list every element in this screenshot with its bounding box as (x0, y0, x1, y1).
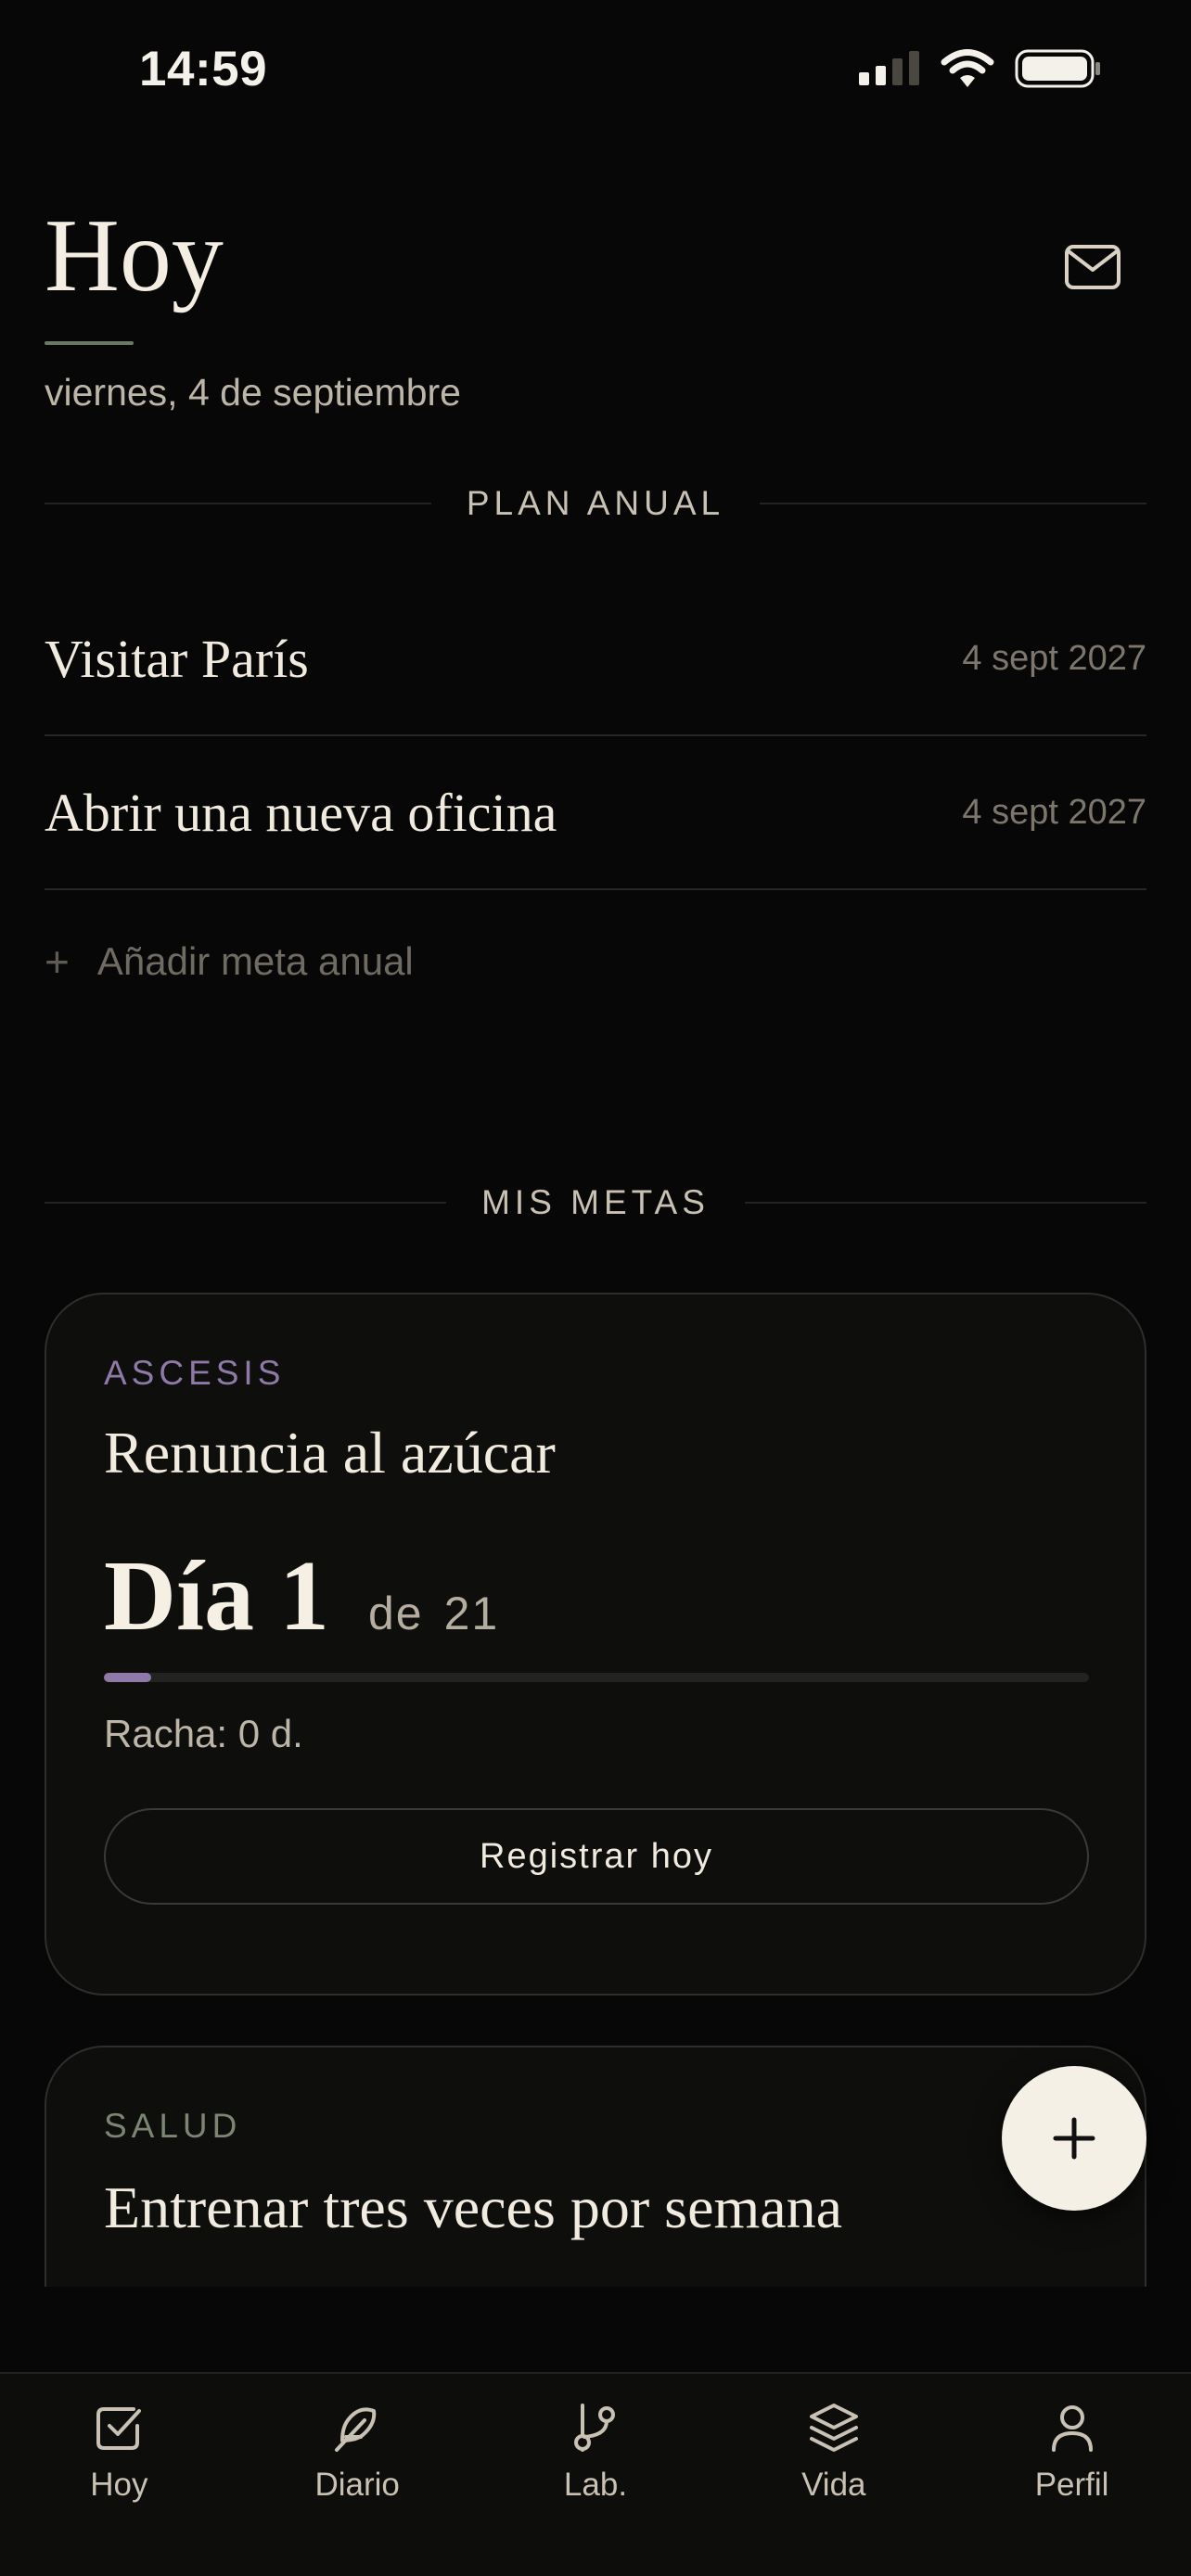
goal-title: Entrenar tres veces por semana (104, 2174, 843, 2240)
nav-item-hoy[interactable]: Hoy (0, 2374, 238, 2576)
section-label: PLAN ANUAL (466, 484, 725, 522)
section-label: MIS METAS (481, 1183, 710, 1221)
feather-icon (335, 2407, 377, 2452)
goal-card[interactable]: ASCESIS Renuncia al azúcar Día 1 de 21 R… (45, 1293, 1146, 1996)
battery-icon (1015, 49, 1100, 88)
goal-title: Renuncia al azúcar (104, 1420, 556, 1486)
title-underline (45, 341, 134, 345)
mail-icon (1065, 245, 1121, 289)
divider-line (744, 1202, 1146, 1204)
plus-icon: + (45, 937, 70, 986)
register-today-button[interactable]: Registrar hoy (104, 1808, 1089, 1905)
divider-line (45, 1202, 447, 1204)
annual-goal-date: 4 sept 2027 (962, 638, 1146, 678)
nav-item-perfil[interactable]: Perfil (953, 2374, 1191, 2576)
nav-item-diario[interactable]: Diario (238, 2374, 477, 2576)
date-subtitle: viernes, 4 de septiembre (45, 371, 461, 414)
wifi-icon (941, 49, 994, 87)
nav-label: Diario (314, 2467, 400, 2503)
checkbox-icon (96, 2407, 142, 2450)
divider-line (45, 503, 431, 504)
streak-label: Racha: 0 d. (104, 1712, 303, 1755)
annual-goal-item[interactable]: Abrir una nueva oficina 4 sept 2027 (45, 736, 1146, 890)
divider-line (760, 503, 1146, 504)
nav-item-lab[interactable]: Lab. (477, 2374, 715, 2576)
bottom-nav: Hoy Diario Lab. Vida Perfil (0, 2372, 1191, 2576)
current-day: Día 1 (104, 1541, 329, 1651)
add-goal-fab[interactable] (1002, 2066, 1146, 2211)
goal-card[interactable]: SALUD Entrenar tres veces por semana (45, 2046, 1146, 2287)
goal-category: SALUD (104, 2107, 242, 2145)
annual-goal-name: Abrir una nueva oficina (45, 782, 557, 843)
my-goals-section-header: MIS METAS (45, 1183, 1146, 1222)
nav-label: Hoy (90, 2467, 148, 2503)
add-annual-goal-label: Añadir meta anual (96, 939, 414, 983)
status-time: 14:59 (139, 42, 268, 96)
cellular-signal-icon (859, 51, 919, 85)
nav-item-vida[interactable]: Vida (714, 2374, 953, 2576)
mail-button[interactable] (1059, 237, 1126, 297)
nav-label: Lab. (563, 2467, 628, 2503)
goal-progress-fill (104, 1673, 151, 1682)
annual-goal-item[interactable]: Visitar París 4 sept 2027 (45, 582, 1146, 736)
git-branch-icon (573, 2404, 615, 2452)
day-counter: Día 1 de 21 (104, 1539, 499, 1654)
nav-label: Perfil (1034, 2467, 1109, 2503)
nav-label: Vida (801, 2467, 866, 2503)
goal-progress-bar (104, 1673, 1089, 1682)
layers-icon (809, 2404, 858, 2452)
plus-icon (1053, 2117, 1095, 2160)
goal-category: ASCESIS (104, 1354, 286, 1392)
annual-plan-section-header: PLAN ANUAL (45, 484, 1146, 523)
annual-goal-name: Visitar París (45, 628, 309, 689)
user-icon (1051, 2405, 1093, 2452)
annual-goal-date: 4 sept 2027 (962, 792, 1146, 832)
page-title: Hoy (45, 198, 224, 313)
add-annual-goal-button[interactable]: + Añadir meta anual (45, 937, 414, 987)
day-of-label: de (368, 1588, 424, 1639)
status-icons (859, 48, 1102, 89)
day-total: 21 (443, 1588, 500, 1639)
